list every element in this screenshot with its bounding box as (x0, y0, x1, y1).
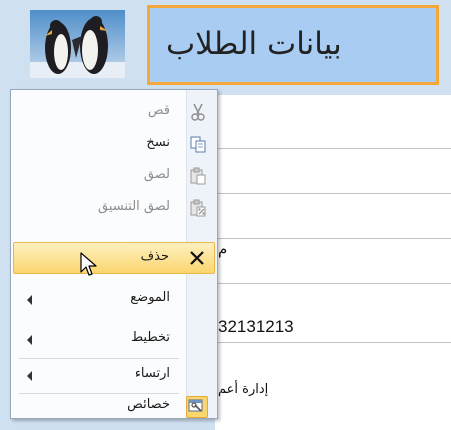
form-title: بيانات الطلاب (166, 26, 342, 62)
menu-item-label: نسخ (146, 135, 170, 150)
department-field-value[interactable]: إدارة أعم (218, 382, 268, 397)
mouse-cursor-icon (79, 252, 99, 278)
menu-item-layout[interactable]: تخطيط (13, 324, 215, 356)
field-line (215, 148, 451, 149)
menu-item-properties[interactable]: خصائص (13, 393, 215, 419)
menu-item-label: حذف (140, 249, 169, 264)
submenu-arrow-icon (27, 295, 32, 305)
form-detail-area (215, 95, 451, 430)
menu-separator (19, 358, 179, 359)
menu-item-label: قص (147, 103, 170, 118)
field-line (215, 193, 451, 194)
copy-icon (188, 134, 208, 154)
menu-item-label: الموضع (130, 290, 170, 305)
menu-item-paste[interactable]: لصق (13, 161, 215, 193)
form-title-box[interactable]: بيانات الطلاب (147, 5, 439, 85)
field-line (215, 283, 451, 284)
submenu-arrow-icon (27, 371, 32, 381)
paste-formatting-icon (188, 198, 208, 218)
submenu-arrow-icon (27, 335, 32, 345)
context-menu: قص نسخ لصق لصق التنسيق حذف الموضع تخطيط … (10, 89, 218, 419)
field-line (215, 342, 451, 343)
menu-item-paste-formatting[interactable]: لصق التنسيق (13, 193, 215, 225)
delete-x-icon (187, 248, 207, 268)
menu-item-label: ارتساء (134, 366, 170, 381)
scissors-icon (188, 102, 208, 122)
menu-item-cut[interactable]: قص (13, 97, 215, 129)
properties-icon (186, 396, 208, 418)
menu-item-anchoring[interactable]: ارتساء (13, 360, 215, 392)
field-line (215, 238, 451, 239)
field-label-partial: م (218, 240, 228, 258)
paste-icon (188, 166, 208, 186)
menu-item-position[interactable]: الموضع (13, 284, 215, 316)
menu-item-label: لصق التنسيق (98, 199, 170, 214)
penguins-logo-image[interactable] (30, 10, 125, 78)
menu-item-delete[interactable]: حذف (13, 242, 215, 274)
menu-item-copy[interactable]: نسخ (13, 129, 215, 161)
menu-item-label: تخطيط (131, 330, 170, 345)
menu-item-label: لصق (143, 167, 170, 182)
menu-item-label: خصائص (127, 397, 170, 412)
phone-field-value[interactable]: 32131213 (218, 317, 294, 337)
